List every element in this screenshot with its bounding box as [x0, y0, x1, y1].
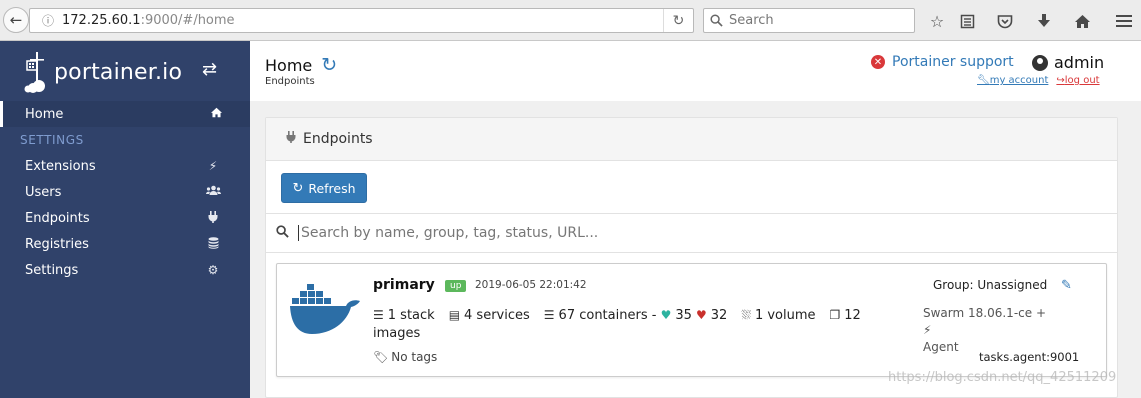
refresh-button[interactable]: ↻ Refresh — [281, 173, 367, 203]
reload-icon[interactable]: ↻ — [663, 9, 693, 32]
volume-count: 1 volume — [754, 308, 816, 323]
services-count: 4 services — [464, 308, 530, 323]
containers-icon: ☰ — [543, 308, 555, 322]
endpoint-platform: Swarm 18.06.1-ce + ⚡︎ Agent — [923, 305, 1053, 356]
user-circle-icon — [1032, 54, 1048, 71]
reading-list-icon[interactable] — [956, 10, 978, 32]
breadcrumb: Endpoints — [265, 76, 315, 87]
refresh-page-icon[interactable]: ↻ — [321, 54, 337, 76]
endpoint-tags: 🏷︎ No tags — [373, 350, 437, 364]
endpoint-name: primary — [373, 277, 435, 293]
url-text[interactable]: 172.25.60.1:9000/#/home — [62, 13, 663, 28]
brand-name: portainer.io — [54, 59, 183, 85]
toggle-sidebar-icon[interactable]: ⇄ — [202, 59, 217, 80]
refresh-button-label: Refresh — [308, 180, 356, 196]
user-menu: admin — [1032, 53, 1104, 72]
images-icon: ❐ — [829, 308, 841, 322]
images-count: 12 — [844, 308, 861, 323]
unhealthy-heart-icon: ♥ — [696, 308, 707, 322]
plug-icon — [286, 131, 296, 147]
info-icon[interactable]: ⓘ — [38, 12, 58, 29]
brand-logo[interactable]: portainer.io — [24, 47, 182, 97]
page-title: Home ↻ — [265, 54, 337, 76]
endpoint-search-input[interactable] — [298, 225, 858, 241]
sidebar-item-label: Endpoints — [25, 210, 90, 226]
home-browser-icon[interactable] — [1071, 10, 1093, 32]
unhealthy-count: 32 — [710, 308, 728, 323]
agent-label: Agent — [923, 340, 959, 354]
endpoint-card[interactable]: primary up 2019-06-05 22:01:42 ☰ 1 stack ▤… — [276, 263, 1107, 377]
containers-count: 67 containers - — [558, 308, 657, 323]
sidebar: portainer.io ⇄ Home SETTINGS Extensions … — [0, 41, 250, 398]
sidebar-item-label: Registries — [25, 236, 89, 252]
sidebar-heading-settings: SETTINGS — [20, 133, 84, 147]
menu-icon[interactable] — [1113, 10, 1135, 32]
endpoints-widget: Endpoints ↻ Refresh primary up 2019-06-0… — [265, 117, 1118, 398]
stack-count: 1 stack — [387, 308, 435, 323]
endpoint-stats: ☰ 1 stack ▤ 4 services ☰ 67 containers - ♥ 35 … — [373, 306, 893, 343]
stack-icon: ☰ — [373, 308, 384, 322]
support-label: Portainer support — [892, 54, 1014, 70]
username: admin — [1054, 53, 1105, 72]
logout-link[interactable]: ↪log out — [1056, 75, 1099, 86]
images-label: images — [373, 326, 421, 341]
sidebar-item-label: Settings — [25, 262, 79, 278]
users-icon — [205, 185, 221, 199]
back-icon[interactable]: ← — [3, 7, 29, 33]
tags-icon: 🏷︎ — [373, 350, 389, 364]
close-circle-icon: ✕ — [871, 55, 885, 69]
sidebar-item-users[interactable]: Users — [0, 179, 250, 205]
search-icon — [276, 224, 296, 242]
services-icon: ▤ — [448, 308, 461, 322]
browser-search-input[interactable]: Search — [703, 8, 915, 33]
bolt-icon: ⚡︎ — [923, 323, 932, 337]
search-icon — [710, 14, 723, 27]
endpoint-timestamp: 2019-06-05 22:01:42 — [475, 279, 587, 291]
account-links: 🔧︎my account ↪log out — [977, 75, 1100, 86]
pocket-icon[interactable] — [994, 10, 1016, 32]
sidebar-item-registries[interactable]: Registries — [0, 231, 250, 257]
address-bar[interactable]: ⓘ 172.25.60.1:9000/#/home ↻ — [29, 8, 694, 33]
portainer-support-link[interactable]: ✕ Portainer support — [871, 54, 1014, 70]
edit-pencil-icon[interactable]: ✎ — [1061, 278, 1072, 293]
home-icon — [208, 107, 224, 121]
sidebar-item-home[interactable]: Home — [0, 101, 250, 127]
my-account-link[interactable]: 🔧︎my account — [977, 75, 1048, 86]
download-icon[interactable] — [1033, 10, 1055, 32]
volume-icon: ⛆︎ — [741, 308, 751, 322]
browser-search-placeholder: Search — [729, 13, 774, 28]
watermark: https://blog.csdn.net/qq_42511209 — [888, 370, 1117, 385]
tags-text: No tags — [391, 350, 438, 364]
browser-toolbar: ← ⓘ 172.25.60.1:9000/#/home ↻ Search ☆ — [0, 0, 1141, 41]
page-title-text: Home — [265, 55, 313, 75]
sidebar-item-label: Home — [25, 106, 64, 122]
endpoint-group: Group: Unassigned — [933, 278, 1048, 292]
cogs-icon: ⚙︎ — [207, 263, 219, 277]
plug-icon — [205, 210, 221, 226]
widget-header: Endpoints — [266, 118, 1117, 161]
widget-title: Endpoints — [303, 131, 373, 147]
sidebar-item-extensions[interactable]: Extensions ⚡︎ — [0, 153, 250, 179]
bolt-icon: ⚡︎ — [208, 159, 218, 173]
database-icon — [205, 236, 221, 252]
status-badge: up — [445, 280, 467, 292]
endpoint-url: tasks.agent:9001 — [979, 350, 1080, 364]
healthy-count: 35 — [675, 308, 692, 323]
swarm-version: Swarm 18.06.1-ce + — [923, 306, 1046, 320]
main-content: Home ↻ Endpoints ✕ Portainer support adm… — [250, 41, 1141, 398]
refresh-icon: ↻ — [292, 180, 304, 196]
docker-logo-icon — [290, 284, 360, 334]
sidebar-item-settings[interactable]: Settings ⚙︎ — [0, 257, 250, 283]
sidebar-item-endpoints[interactable]: Endpoints — [0, 205, 250, 231]
endpoint-search — [266, 213, 1117, 253]
sidebar-item-label: Users — [25, 184, 62, 200]
portainer-logo-icon — [24, 52, 45, 93]
bookmark-star-icon[interactable]: ☆ — [926, 10, 948, 32]
healthy-heart-icon: ♥ — [660, 308, 672, 322]
sidebar-item-label: Extensions — [25, 158, 96, 174]
